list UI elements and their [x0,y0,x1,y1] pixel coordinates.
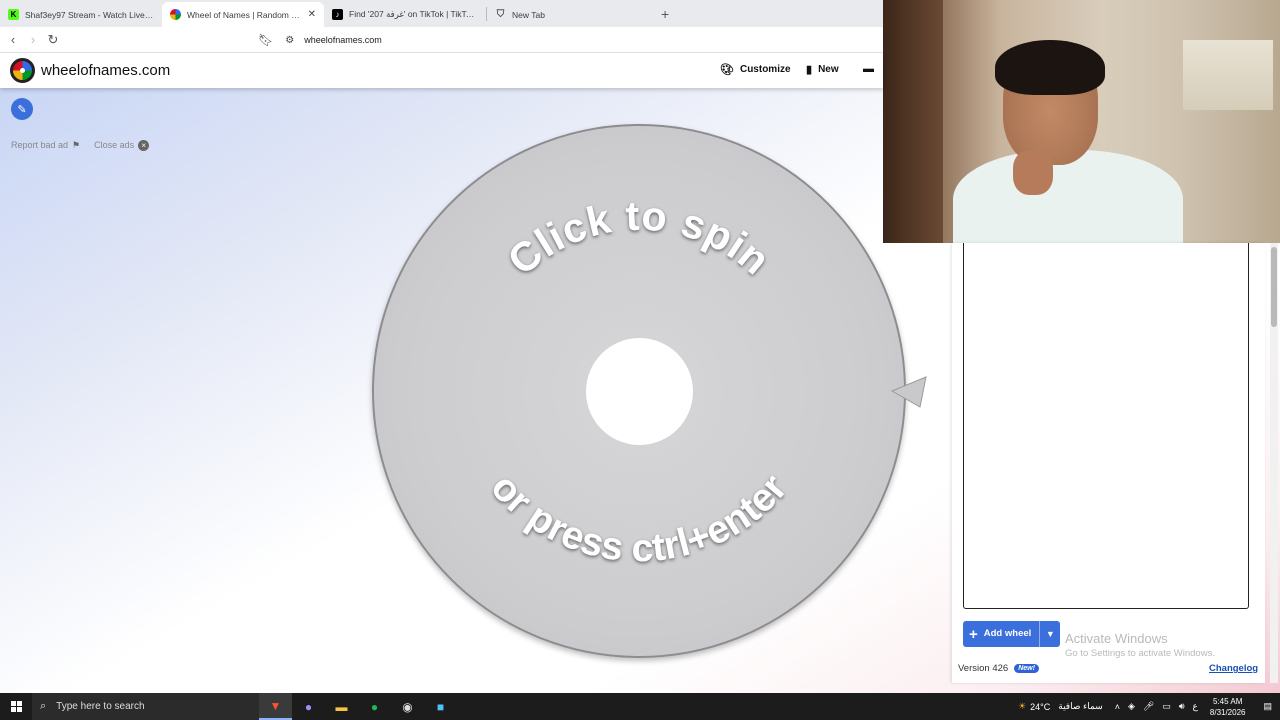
tab-title: Shaf3ey97 Stream - Watch Live on K [25,9,154,20]
new-tab-button[interactable]: + [661,6,669,22]
folder-icon: ▬ [863,63,874,75]
entries-textarea[interactable] [963,243,1249,609]
activate-windows-watermark: Activate Windows Go to Settings to activ… [1065,631,1215,659]
activate-title: Activate Windows [1065,631,1168,646]
tab-new-tab[interactable]: ⛉ New Tab [487,2,649,27]
report-ad-label: Report bad ad [11,140,69,150]
wheel-pointer-icon [890,376,927,408]
new-label: New [818,64,839,75]
chevron-down-icon[interactable]: ▼ [1040,629,1060,639]
search-icon: ⌕ [40,700,47,712]
wheel-bottom-text: or press ctrl+enter [483,466,796,570]
windows-icon [10,701,22,712]
taskbar-search[interactable]: ⌕ Type here to search [32,693,259,720]
forward-icon[interactable]: › [23,32,43,47]
site-info-icon[interactable]: ⚙ [285,35,294,46]
add-wheel-label: Add wheel [984,621,1041,647]
wheel-center-hub [586,338,693,445]
notifications-icon[interactable]: ▤ [1263,701,1272,712]
bookmark-icon[interactable]: 🔖︎ [258,33,273,47]
tab-title: Find '207 غرفة' on TikTok | TikTok Sea [349,9,478,19]
clock-date: 8/31/2026 [1209,707,1246,717]
close-ads-label: Close ads [94,140,135,150]
network-icon[interactable]: ▭ [1162,701,1171,712]
reload-icon[interactable]: ↻ [43,32,63,48]
weather-temp[interactable]: 24°C [1030,702,1050,712]
tab-wheel-of-names[interactable]: Wheel of Names | Random name ✕ [162,2,324,27]
tab-bar: K Shaf3ey97 Stream - Watch Live on K Whe… [0,0,883,27]
windows-taskbar: ⌕ Type here to search ▼ ● ▬ ● ◉ ■ ☀ 24°C… [0,693,1280,720]
site-title[interactable]: wheelofnames.com [41,62,170,79]
brave-browser-icon[interactable]: ▼ [259,693,292,720]
tiktok-icon: ♪ [332,9,343,20]
close-circle-icon: × [138,140,150,151]
start-button[interactable] [0,693,32,720]
tray-chevron-icon[interactable]: ˄ [1115,702,1120,712]
discord-icon[interactable]: ● [292,693,325,720]
ad-links: Report bad ad ⚑ Close ads × [11,140,150,151]
spotify-icon[interactable]: ● [358,693,391,720]
wheel-top-text: Click to spin [499,192,779,283]
mic-icon[interactable]: 🎤︎ [1143,701,1154,712]
version-text: Version 426 [958,663,1009,674]
back-icon[interactable]: ‹ [3,32,23,47]
wheel-icon [170,9,181,20]
cam-person-hair [995,40,1105,95]
wheel-logo-icon[interactable] [10,58,35,83]
new-button[interactable]: ▮ New [806,63,839,76]
new-badge: New! [1014,664,1039,673]
weather-icon: ☀ [1018,701,1027,711]
plus-icon: + [969,625,978,643]
scrollbar-thumb[interactable] [1271,247,1277,327]
site-header: wheelofnames.com 🎨︎ Customize ▮ New ▬ [0,53,883,88]
shield-icon: ⛉ [496,9,505,20]
changelog-link[interactable]: Changelog [1209,663,1258,674]
address-bar[interactable]: 🔖︎ ⚙ wheelofnames.com [258,31,382,49]
file-icon: ▮ [806,64,813,76]
tab-title: New Tab [512,9,545,20]
file-explorer-icon[interactable]: ▬ [325,693,358,720]
browser-toolbar: ‹ › ↻ 🔖︎ ⚙ wheelofnames.com [0,27,883,53]
close-tab-icon[interactable]: ✕ [308,9,316,20]
customize-button[interactable]: 🎨︎ Customize [720,63,791,76]
system-tray: ☀ 24°C سماء صافية ˄ ◈ 🎤︎ ▭ 🔊︎ ع 5:45 AM … [1014,693,1280,720]
search-placeholder: Type here to search [56,701,145,712]
kick-icon: K [8,9,19,20]
customize-label: Customize [739,64,791,75]
clock[interactable]: 5:45 AM 8/31/2026 [1210,696,1246,718]
close-ads-link[interactable]: Close ads × [94,140,150,151]
page-scrollbar[interactable] [1270,243,1278,683]
language-indicator[interactable]: ع [1193,701,1198,712]
clock-time: 5:45 AM [1213,696,1243,706]
obs-icon[interactable]: ◉ [391,693,424,720]
weather-desc[interactable]: سماء صافية [1058,701,1102,712]
flag-icon: ⚑ [72,140,81,150]
open-button[interactable]: ▬ [863,63,880,75]
entries-panel: + Add wheel ▼ Activate Windows Go to Set… [952,243,1265,683]
tray-app-icon[interactable]: ◈ [1128,701,1135,712]
add-wheel-button[interactable]: + Add wheel ▼ [963,621,1061,647]
palette-icon: 🎨︎ [720,64,734,76]
spin-wheel[interactable]: Click to spin or press ctrl+enter [372,124,906,658]
cam-shelf [1183,40,1273,110]
cam-door [883,0,943,243]
cam-person-hand [1013,150,1053,195]
webcam-overlay [883,0,1280,243]
cam-person-shirt [953,150,1183,243]
volume-icon[interactable]: 🔊︎ [1179,701,1185,712]
tab-title: Wheel of Names | Random name [187,9,304,20]
pencil-icon: ✎ [17,103,27,116]
tab-tiktok[interactable]: ♪ Find '207 غرفة' on TikTok | TikTok Sea [324,2,486,27]
activate-subtitle: Go to Settings to activate Windows. [1065,648,1215,659]
url-text[interactable]: wheelofnames.com [304,35,382,45]
version-info: Version 426 New! [958,663,1039,674]
tab-kick[interactable]: K Shaf3ey97 Stream - Watch Live on K [0,2,162,27]
edit-pencil-button[interactable]: ✎ [11,98,33,120]
report-ad-link[interactable]: Report bad ad ⚑ [11,140,80,151]
app-window-icon[interactable]: ■ [424,693,457,720]
